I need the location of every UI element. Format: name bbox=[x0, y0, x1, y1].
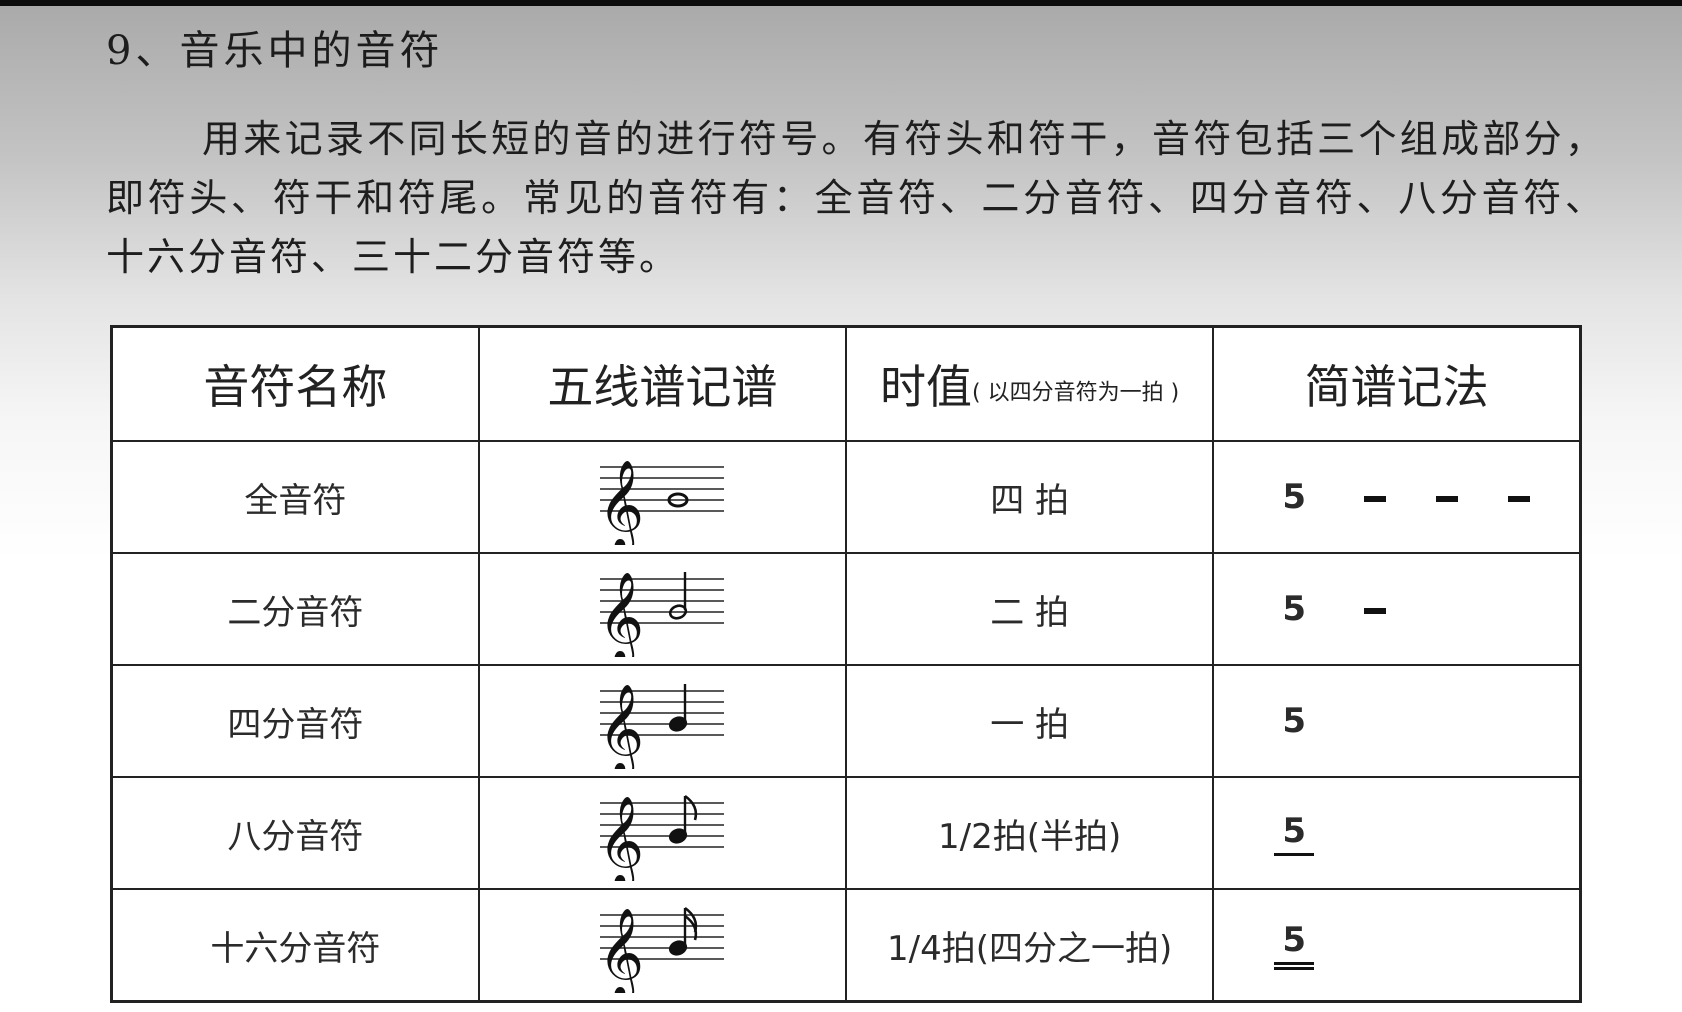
table-row: 八分音符 𝄞 1/2拍(半拍) 5 bbox=[110, 776, 1582, 890]
table-row: 全音符 𝄞 四 拍 5 bbox=[110, 440, 1582, 554]
svg-text:𝄞: 𝄞 bbox=[598, 908, 644, 993]
header-staff-notation: 五线谱记谱 bbox=[477, 325, 848, 442]
sixteenth-note-icon: 𝄞 bbox=[480, 897, 845, 993]
note-name-cell: 全音符 bbox=[110, 440, 480, 554]
duration-cell: 1/4拍(四分之一拍) bbox=[844, 888, 1215, 1003]
note-name-cell: 八分音符 bbox=[110, 776, 480, 890]
jianpu-dash bbox=[1364, 495, 1387, 502]
jianpu-digit: 5 bbox=[1274, 589, 1314, 629]
half-note-icon: 𝄞 bbox=[480, 561, 845, 657]
header-duration-hint: ( 以四分音符为一拍 ) bbox=[972, 380, 1180, 406]
table-row: 十六分音符 𝄞 1/4拍(四分之一拍) 5 bbox=[110, 888, 1582, 1003]
table-row: 四分音符 𝄞 一 拍 5 bbox=[110, 664, 1582, 778]
jianpu-cell: 5 bbox=[1212, 776, 1582, 890]
eighth-note-icon: 𝄞 bbox=[480, 785, 845, 881]
staff-notation-cell: 𝄞 bbox=[477, 552, 848, 666]
jianpu-digit: 5 bbox=[1274, 810, 1315, 856]
svg-text:𝄞: 𝄞 bbox=[598, 460, 644, 545]
whole-note-icon: 𝄞 bbox=[480, 449, 845, 545]
staff-notation-cell: 𝄞 bbox=[477, 664, 848, 778]
jianpu-underline bbox=[1274, 967, 1315, 970]
top-rule bbox=[0, 0, 1682, 6]
jianpu-dash bbox=[1364, 607, 1387, 614]
staff-notation-cell: 𝄞 bbox=[477, 440, 848, 554]
duration-cell: 1/2拍(半拍) bbox=[844, 776, 1215, 890]
staff-notation-cell: 𝄞 bbox=[477, 776, 848, 890]
quarter-note-icon: 𝄞 bbox=[480, 673, 845, 769]
svg-text:𝄞: 𝄞 bbox=[598, 572, 644, 657]
duration-cell: 一 拍 bbox=[844, 664, 1215, 778]
jianpu-dash bbox=[1436, 495, 1459, 502]
header-duration-label: 时值 bbox=[880, 360, 973, 414]
jianpu-digit-text: 5 bbox=[1282, 701, 1307, 741]
jianpu-digit-text: 5 bbox=[1282, 589, 1307, 629]
header-duration: 时值( 以四分音符为一拍 ) bbox=[844, 325, 1215, 442]
svg-text:𝄞: 𝄞 bbox=[598, 796, 644, 881]
jianpu-digit: 5 bbox=[1274, 920, 1315, 970]
jianpu-cell: 5 bbox=[1212, 888, 1582, 1003]
jianpu-underline bbox=[1274, 852, 1315, 856]
jianpu-cell: 5 bbox=[1212, 552, 1582, 666]
table-row: 二分音符 𝄞 二 拍 5 bbox=[110, 552, 1582, 666]
table-header-row: 音符名称 五线谱记谱 时值( 以四分音符为一拍 ) 简谱记法 bbox=[110, 325, 1582, 442]
header-note-name: 音符名称 bbox=[110, 325, 480, 442]
note-name-cell: 四分音符 bbox=[110, 664, 480, 778]
jianpu-dash bbox=[1508, 495, 1531, 502]
duration-cell: 四 拍 bbox=[844, 440, 1215, 554]
header-jianpu-notation: 简谱记法 bbox=[1212, 325, 1582, 442]
note-name-cell: 二分音符 bbox=[110, 552, 480, 666]
jianpu-cell: 5 bbox=[1212, 440, 1582, 554]
section-heading: 9、音乐中的音符 bbox=[106, 28, 444, 74]
section-paragraph: 用来记录不同长短的音的进行符号。有符头和符干，音符包括三个组成部分，即符头、符干… bbox=[106, 117, 1606, 279]
svg-text:𝄞: 𝄞 bbox=[598, 684, 644, 769]
jianpu-underline bbox=[1274, 962, 1315, 965]
jianpu-digit-text: 5 bbox=[1282, 477, 1307, 517]
staff-notation-cell: 𝄞 bbox=[477, 888, 848, 1003]
jianpu-digit-text: 5 bbox=[1282, 920, 1307, 960]
jianpu-digit: 5 bbox=[1274, 477, 1314, 517]
duration-cell: 二 拍 bbox=[844, 552, 1215, 666]
jianpu-cell: 5 bbox=[1212, 664, 1582, 778]
jianpu-digit-text: 5 bbox=[1282, 810, 1307, 851]
note-name-cell: 十六分音符 bbox=[110, 888, 480, 1003]
jianpu-digit: 5 bbox=[1274, 701, 1314, 741]
note-table: 音符名称 五线谱记谱 时值( 以四分音符为一拍 ) 简谱记法 全音符 𝄞 四 拍5二… bbox=[110, 325, 1582, 1003]
